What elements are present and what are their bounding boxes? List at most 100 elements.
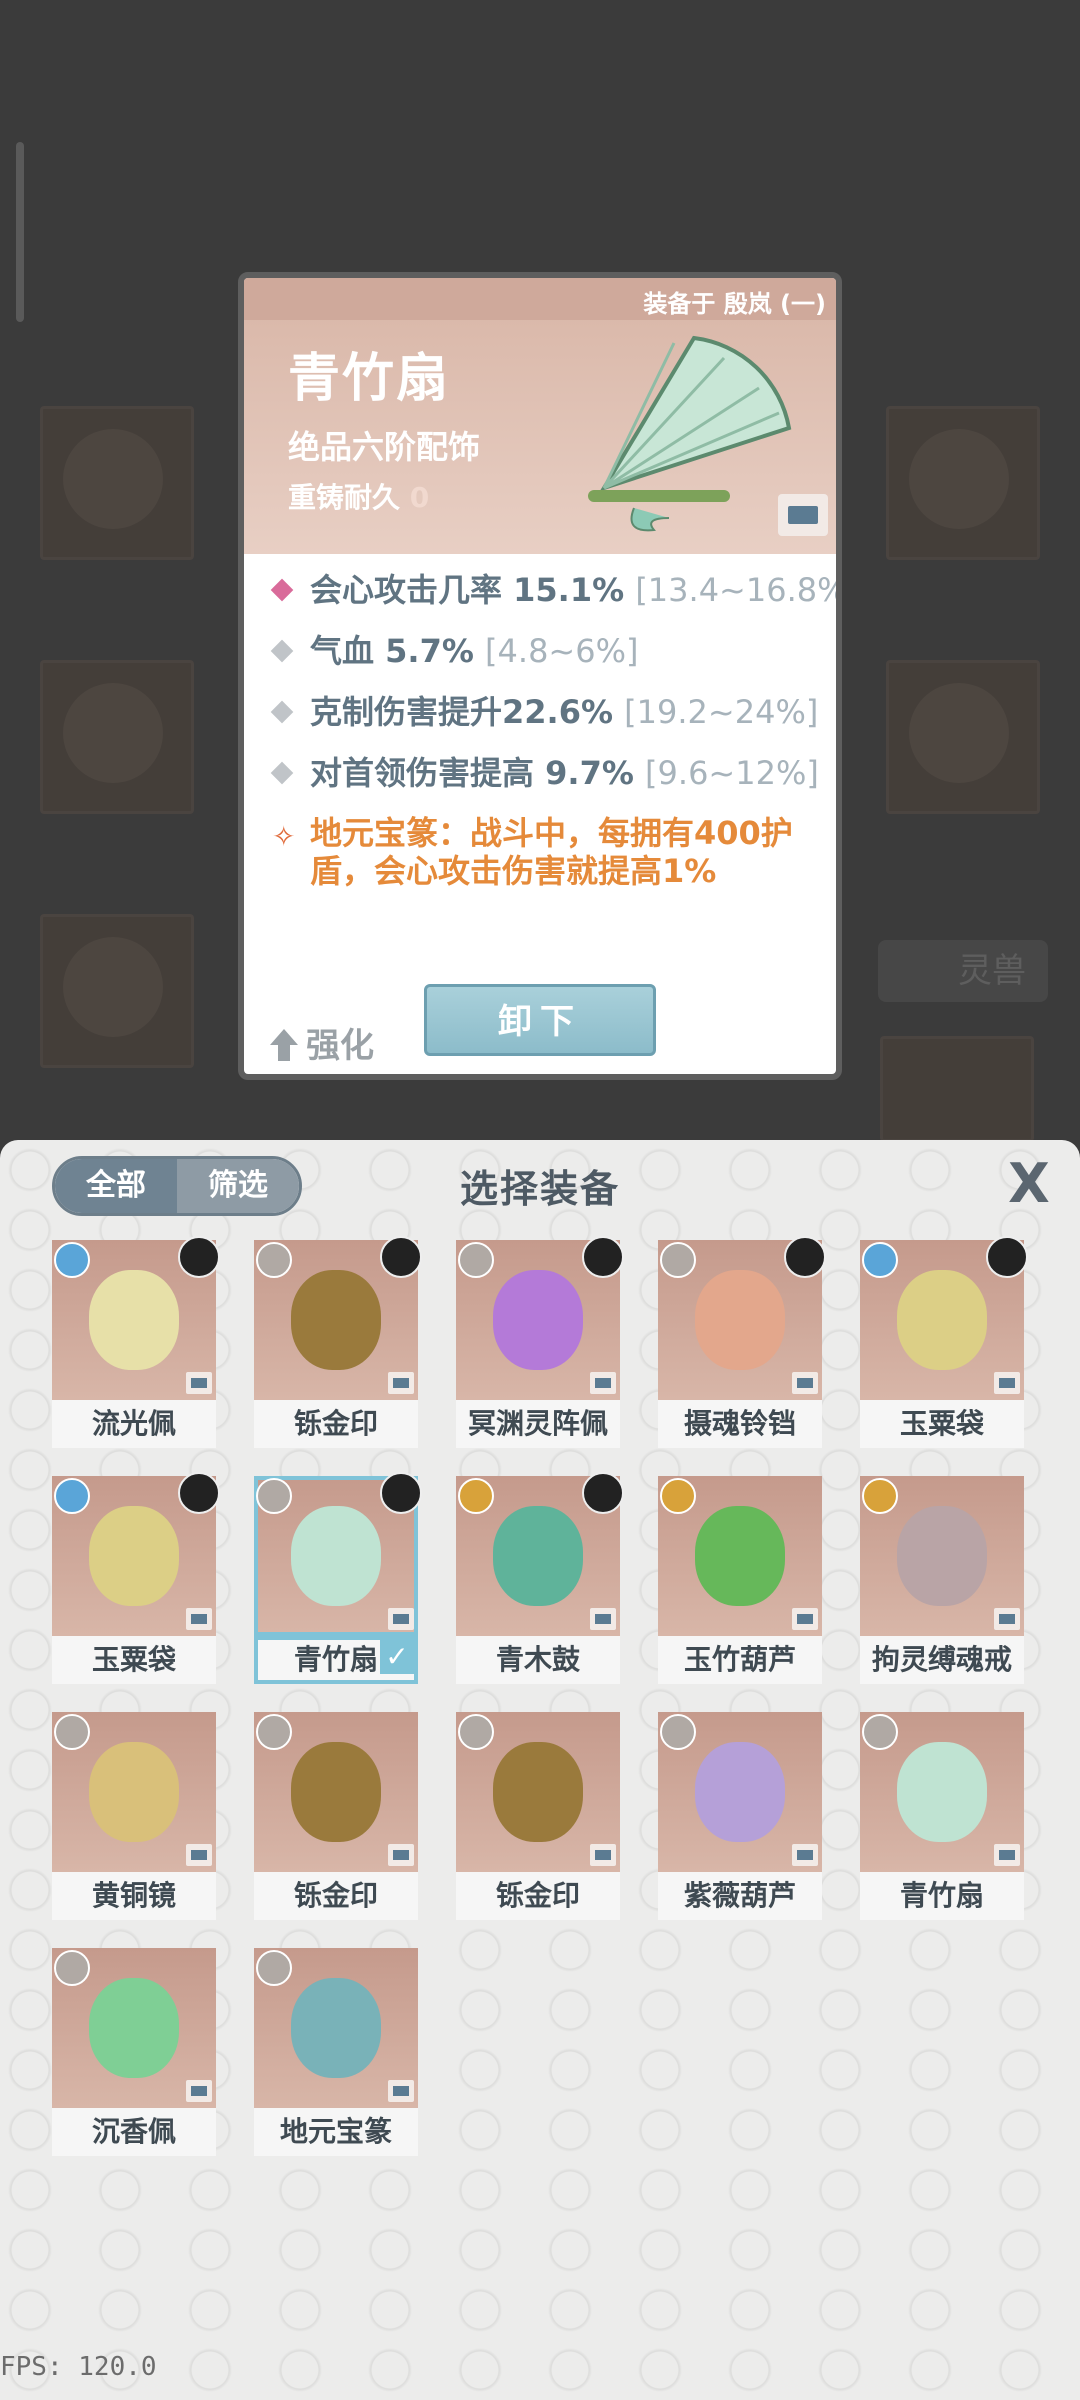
stat-list: 会心攻击几率 15.1% [13.4~16.8%] 气血 5.7% [4.8~6… xyxy=(270,570,836,890)
equipment-card[interactable]: 紫薇葫芦 xyxy=(658,1712,822,1920)
sheet-title: 选择装备 xyxy=(459,1167,620,1211)
storage-chest-icon xyxy=(388,2080,414,2102)
storage-chest-icon xyxy=(792,1844,818,1866)
item-icon xyxy=(291,1978,381,2078)
storage-chest-icon xyxy=(792,1372,818,1394)
equipment-card[interactable]: 青竹扇 xyxy=(860,1712,1024,1920)
owner-avatar xyxy=(784,1236,826,1278)
rarity-icon xyxy=(862,1714,898,1750)
item-icon xyxy=(897,1506,987,1606)
equipment-label: 玉竹葫芦 xyxy=(658,1636,822,1684)
equipment-card[interactable]: 玉粟袋 xyxy=(860,1236,1028,1448)
stat-value: 气血 5.7% xyxy=(310,632,474,670)
equipment-label: 青木鼓 xyxy=(456,1636,620,1684)
boots-icon xyxy=(63,937,163,1037)
equipment-card[interactable]: 铄金印 xyxy=(254,1712,418,1920)
rarity-icon xyxy=(54,1242,90,1278)
rarity-icon xyxy=(458,1242,494,1278)
item-icon xyxy=(89,1978,179,2078)
equipment-detail-popup: 装备于 殷岚 (一) 青竹扇 绝品六阶配饰 重铸耐久 0 会心攻击几率 15.1… xyxy=(238,272,842,1080)
rarity-icon xyxy=(54,1478,90,1514)
stat-value: 对首领伤害提高 9.7% xyxy=(310,754,634,792)
stat-value: 克制伤害提升22.6% xyxy=(310,693,614,731)
special-effect-text: 地元宝篆：战斗中，每拥有400护盾，会心攻击伤害就提高1% xyxy=(310,814,793,890)
equipment-slot[interactable] xyxy=(40,914,194,1068)
stat-range: [4.8~6%] xyxy=(485,632,639,670)
durability-value: 0 xyxy=(409,481,430,514)
rarity-icon xyxy=(256,1242,292,1278)
storage-chest-icon xyxy=(388,1844,414,1866)
item-icon xyxy=(89,1270,179,1370)
scrollbar xyxy=(16,142,24,322)
equipment-card[interactable]: 铄金印 xyxy=(254,1236,422,1448)
special-effect: ✧ 地元宝篆：战斗中，每拥有400护盾，会心攻击伤害就提高1% xyxy=(270,814,836,890)
equipment-card[interactable]: 玉粟袋 xyxy=(52,1472,220,1684)
equipment-label: 玉粟袋 xyxy=(860,1400,1024,1448)
equipment-card[interactable]: 冥渊灵阵佩 xyxy=(456,1236,624,1448)
item-icon xyxy=(89,1742,179,1842)
equipment-card[interactable]: 拘灵缚魂戒 xyxy=(860,1476,1024,1684)
item-icon xyxy=(695,1742,785,1842)
equipment-slot[interactable] xyxy=(886,406,1040,560)
stat-range: [9.6~12%] xyxy=(645,754,819,792)
item-icon xyxy=(695,1506,785,1606)
accessory-icon xyxy=(909,683,1009,783)
equipment-card[interactable]: 玉竹葫芦 xyxy=(658,1476,822,1684)
diamond-icon xyxy=(270,761,294,785)
item-icon xyxy=(695,1270,785,1370)
equipment-card[interactable]: 摄魂铃铛 xyxy=(658,1236,826,1448)
select-equipment-sheet: 全部 筛选 选择装备 X 流光佩 铄金印 冥渊灵阵佩 摄魂铃铛 玉粟袋 玉粟袋 青竹扇 ✓ 青木… xyxy=(0,1140,1080,2400)
owner-avatar xyxy=(178,1236,220,1278)
special-effect-icon: ✧ xyxy=(272,820,296,853)
item-icon xyxy=(89,1506,179,1606)
equipment-label: 摄魂铃铛 xyxy=(658,1400,822,1448)
storage-chest-icon xyxy=(994,1608,1020,1630)
checkmark-icon: ✓ xyxy=(380,1640,414,1674)
rarity-icon xyxy=(256,1714,292,1750)
stat-value: 会心攻击几率 15.1% xyxy=(310,571,625,609)
fan-icon xyxy=(588,335,792,532)
equipment-card[interactable]: 铄金印 xyxy=(456,1712,620,1920)
stat-row: 会心攻击几率 15.1% [13.4~16.8%] xyxy=(270,570,836,631)
reforge-durability: 重铸耐久 0 xyxy=(288,476,429,516)
equipment-card[interactable]: 流光佩 xyxy=(52,1236,220,1448)
item-hero-banner: 装备于 殷岚 (一) 青竹扇 绝品六阶配饰 重铸耐久 0 xyxy=(244,278,836,554)
equipment-slot[interactable] xyxy=(40,660,194,814)
equipment-card[interactable]: 黄铜镜 xyxy=(52,1712,216,1920)
up-arrow-icon xyxy=(270,1029,298,1061)
diamond-icon xyxy=(270,700,294,724)
equipment-card[interactable]: 青木鼓 xyxy=(456,1472,624,1684)
spirit-beast-button[interactable]: 灵兽 xyxy=(878,940,1048,1002)
item-grade: 绝品六阶配饰 xyxy=(288,428,481,466)
equipment-slot[interactable] xyxy=(40,406,194,560)
rarity-icon xyxy=(660,1478,696,1514)
equipment-slot[interactable] xyxy=(886,660,1040,814)
enhance-label: 强化 xyxy=(306,1026,374,1066)
storage-chest-icon[interactable] xyxy=(778,494,828,536)
owner-avatar xyxy=(178,1472,220,1514)
equipment-card[interactable]: 沉香佩 xyxy=(52,1948,216,2156)
equipment-slot[interactable] xyxy=(880,1036,1034,1142)
enhance-button[interactable]: 强化 xyxy=(270,1018,374,1067)
equipment-card[interactable]: 青竹扇 ✓ xyxy=(254,1472,422,1684)
storage-chest-icon xyxy=(994,1372,1020,1394)
equipment-label: 冥渊灵阵佩 xyxy=(456,1400,620,1448)
unequip-button[interactable]: 卸下 xyxy=(424,984,656,1056)
storage-chest-icon xyxy=(590,1608,616,1630)
item-icon xyxy=(493,1506,583,1606)
item-icon xyxy=(897,1742,987,1842)
equipment-label: 沉香佩 xyxy=(52,2108,216,2156)
equipment-label: 铄金印 xyxy=(254,1872,418,1920)
stat-row: 克制伤害提升22.6% [19.2~24%] xyxy=(270,692,830,753)
accessory-icon xyxy=(909,429,1009,529)
rarity-icon xyxy=(256,1478,292,1514)
owner-avatar xyxy=(582,1236,624,1278)
storage-chest-icon xyxy=(388,1372,414,1394)
stat-row: 气血 5.7% [4.8~6%] xyxy=(270,631,830,692)
equipment-card[interactable]: 地元宝篆 xyxy=(254,1948,418,2156)
rarity-icon xyxy=(54,1714,90,1750)
storage-chest-icon xyxy=(186,2080,212,2102)
rarity-icon xyxy=(54,1950,90,1986)
diamond-icon xyxy=(270,578,294,602)
close-button[interactable]: X xyxy=(1004,1156,1054,1212)
